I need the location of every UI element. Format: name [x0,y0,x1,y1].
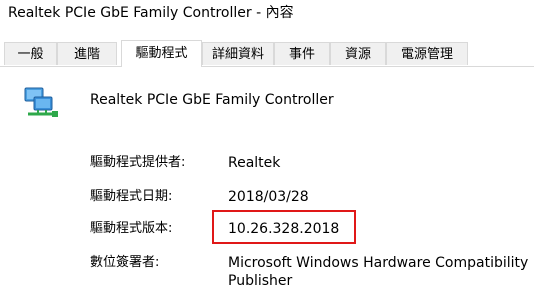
version-highlight-box [212,210,356,244]
device-name: Realtek PCIe GbE Family Controller [90,92,334,108]
tab-driver[interactable]: 驅動程式 [121,40,202,67]
tab-power-management[interactable]: 電源管理 [386,42,468,65]
signer-value-line1: Microsoft Windows Hardware Compatibility [228,255,529,271]
date-label: 驅動程式日期: [90,189,173,204]
date-value: 2018/03/28 [228,189,309,205]
signer-value-line2: Publisher [228,273,293,289]
tab-general[interactable]: 一般 [4,42,57,65]
tab-events[interactable]: 事件 [274,42,330,65]
version-label: 驅動程式版本: [90,221,173,236]
signer-label: 數位簽署者: [90,255,160,270]
tab-details[interactable]: 詳細資料 [202,42,274,65]
network-adapter-icon [24,86,60,120]
tab-advanced[interactable]: 進階 [57,42,117,65]
provider-value: Realtek [228,155,281,171]
provider-label: 驅動程式提供者: [90,155,186,170]
tab-resources[interactable]: 資源 [330,42,386,65]
window-title: Realtek PCIe GbE Family Controller - 內容 [8,5,294,21]
